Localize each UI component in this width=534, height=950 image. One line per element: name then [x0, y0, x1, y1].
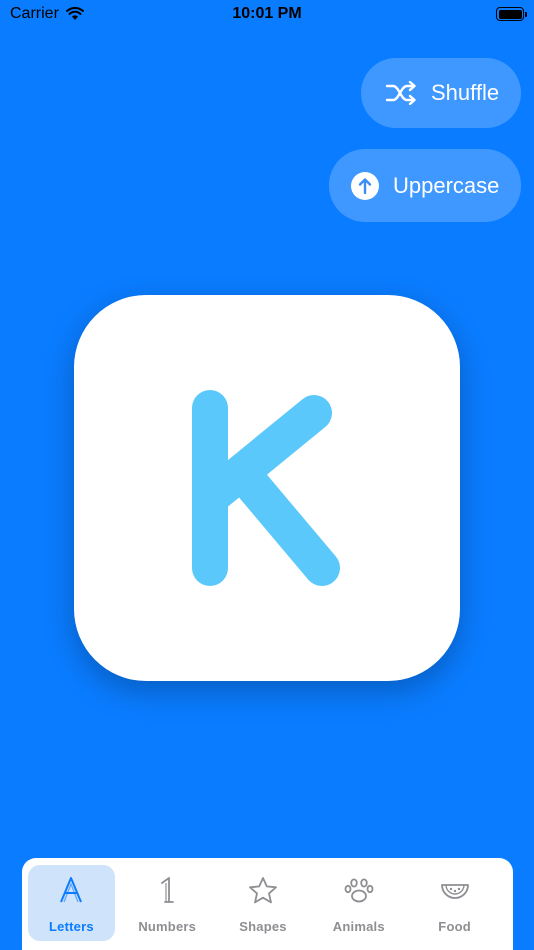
tab-food[interactable]: Food: [411, 865, 498, 941]
letter-card[interactable]: K: [74, 295, 460, 681]
tab-label: Animals: [332, 919, 385, 934]
star-icon: [248, 875, 278, 905]
tab-label: Shapes: [239, 919, 287, 934]
battery-icon: [496, 7, 527, 21]
paw-icon: [344, 875, 374, 905]
tab-bar: Letters Numbers Shapes Animals Food: [22, 858, 513, 950]
number-one-icon: [157, 875, 177, 905]
tab-letters[interactable]: Letters: [28, 865, 115, 941]
tab-label: Numbers: [138, 919, 197, 934]
letter-a-icon: [58, 875, 84, 905]
status-bar: Carrier 10:01 PM: [0, 0, 534, 30]
tab-label: Letters: [49, 919, 94, 934]
tab-shapes[interactable]: Shapes: [220, 865, 307, 941]
uppercase-label: Uppercase: [393, 172, 500, 198]
tab-label: Food: [438, 919, 471, 934]
shuffle-label: Shuffle: [431, 80, 500, 105]
uppercase-toggle-button[interactable]: Uppercase: [329, 149, 521, 222]
arrow-up-circle-icon: [351, 171, 379, 200]
tab-animals[interactable]: Animals: [315, 865, 402, 941]
shuffle-button[interactable]: Shuffle: [361, 58, 521, 128]
status-time: 10:01 PM: [232, 5, 302, 22]
watermelon-slice-icon: [440, 875, 470, 905]
shuffle-icon: [385, 81, 416, 105]
letter-glyph: K: [192, 390, 340, 586]
tab-numbers[interactable]: Numbers: [124, 865, 211, 941]
